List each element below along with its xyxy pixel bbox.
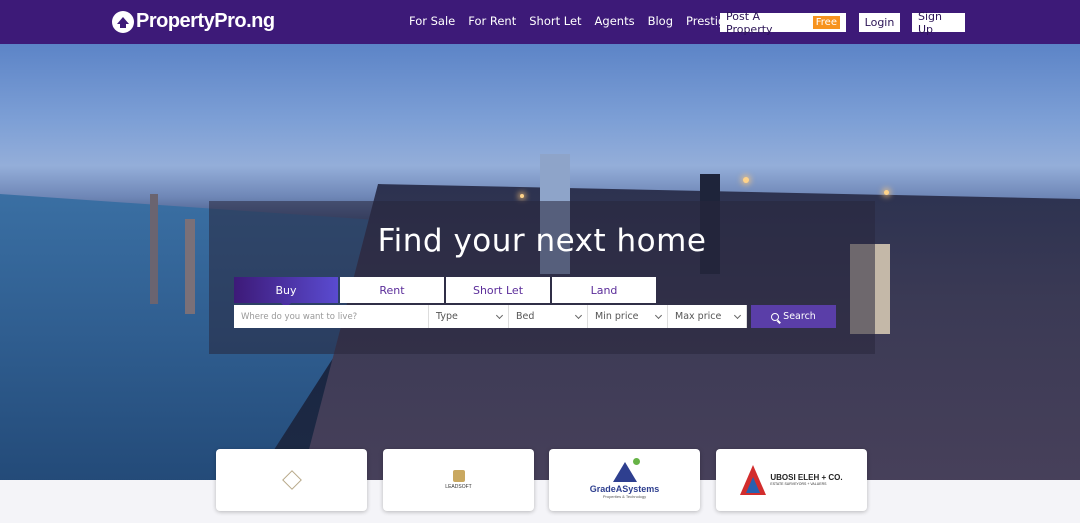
tab-rent[interactable]: Rent	[340, 277, 444, 303]
partner-name: GradeASystems	[589, 483, 660, 494]
hero-light	[743, 177, 749, 183]
min-price-select[interactable]: Min price	[588, 305, 668, 328]
hero-light	[520, 194, 524, 198]
partner-tagline: ESTATE SURVEYORS + VALUERS	[770, 482, 827, 486]
house-logo-icon	[112, 10, 134, 33]
signup-button[interactable]: Sign Up	[912, 10, 965, 36]
partner-name: LEADSOFT	[445, 484, 472, 490]
type-select[interactable]: Type	[429, 305, 509, 328]
partner-logo-icon	[281, 470, 302, 490]
hero-rig	[150, 194, 158, 304]
top-navbar: PropertyPro.ng For Sale For Rent Short L…	[0, 0, 1080, 44]
free-badge: Free	[812, 16, 840, 29]
post-property-label: Post A Property	[726, 9, 773, 36]
chevron-down-icon	[654, 311, 663, 320]
bed-select-label: Bed	[516, 311, 535, 322]
chevron-down-icon	[574, 311, 583, 320]
hero-title: Find your next home	[377, 223, 707, 259]
type-select-label: Type	[436, 311, 458, 322]
search-form: Where do you want to live? Type Bed Min …	[234, 305, 747, 328]
bed-select[interactable]: Bed	[509, 305, 588, 328]
tab-buy[interactable]: Buy	[234, 277, 338, 308]
partner-logo-icon	[610, 457, 640, 484]
nav-links: For Sale For Rent Short Let Agents Blog …	[409, 14, 732, 28]
login-button[interactable]: Login	[859, 13, 900, 32]
search-icon	[771, 312, 780, 321]
hero-banner: Find your next home Buy Rent Short Let L…	[0, 44, 1080, 480]
chevron-down-icon	[495, 311, 504, 320]
partner-tagline: Properties & Technology	[602, 493, 647, 499]
partner-logo-icon	[740, 465, 767, 495]
tab-land[interactable]: Land	[552, 277, 656, 303]
brand-logo[interactable]: PropertyPro.ng	[112, 10, 275, 33]
partner-logo-icon	[452, 470, 465, 482]
tab-short-let[interactable]: Short Let	[446, 277, 550, 303]
partner-card-3[interactable]: GradeASystems Properties & Technology	[549, 449, 700, 511]
partner-name: UBOSI ELEH + CO.	[770, 473, 843, 482]
hero-light	[884, 190, 889, 195]
location-input[interactable]: Where do you want to live?	[234, 305, 429, 328]
partner-card-2[interactable]: LEADSOFT	[383, 449, 534, 511]
search-panel: Find your next home Buy Rent Short Let L…	[209, 201, 875, 354]
listing-type-tabs: Buy Rent Short Let Land	[234, 277, 656, 308]
nav-link-blog[interactable]: Blog	[648, 14, 673, 28]
post-property-button[interactable]: Post A Property Free	[720, 10, 846, 36]
nav-link-short-let[interactable]: Short Let	[529, 14, 581, 28]
min-price-label: Min price	[595, 311, 639, 322]
nav-link-agents[interactable]: Agents	[595, 14, 635, 28]
nav-link-for-rent[interactable]: For Rent	[468, 14, 516, 28]
partner-card-4[interactable]: UBOSI ELEH + CO. ESTATE SURVEYORS + VALU…	[716, 449, 867, 511]
brand-name: PropertyPro.ng	[136, 10, 275, 32]
max-price-label: Max price	[675, 311, 722, 322]
hero-rig	[185, 219, 195, 314]
search-button[interactable]: Search	[751, 305, 836, 328]
partner-card-1[interactable]	[216, 449, 367, 511]
max-price-select[interactable]: Max price	[668, 305, 747, 328]
search-button-label: Search	[783, 311, 816, 322]
chevron-down-icon	[733, 311, 742, 320]
nav-link-for-sale[interactable]: For Sale	[409, 14, 455, 28]
